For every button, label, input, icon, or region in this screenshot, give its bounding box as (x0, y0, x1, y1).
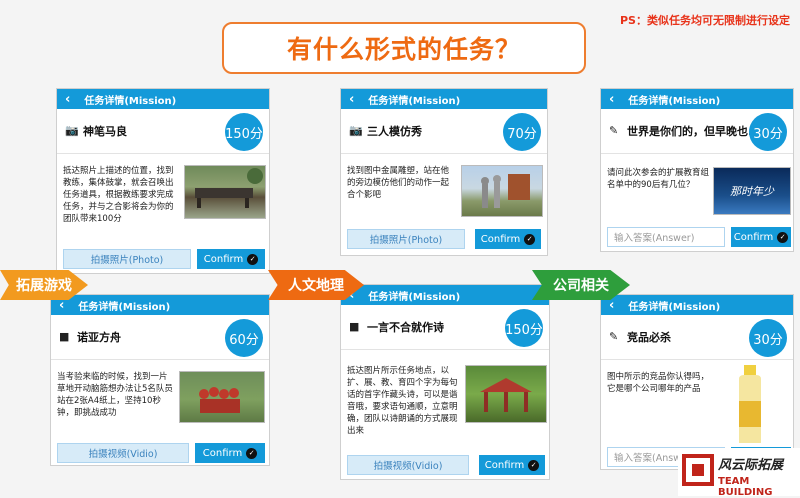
mission-name: 神笔马良 (83, 125, 127, 138)
juice-bottle-illustration (739, 365, 761, 443)
card-header: ‹ 任务详情(Mission) (341, 285, 549, 305)
ribbon-culture-geography: 人文地理 (268, 270, 364, 300)
check-circle-icon: ✓ (246, 447, 258, 459)
confirm-button[interactable]: Confirm✓ (197, 249, 265, 269)
logo-icon (682, 454, 714, 486)
team-photo-illustration (199, 387, 240, 413)
mission-name: 世界是你们的，但早晚也... (627, 125, 761, 138)
page-title: 有什么形式的任务？ (286, 35, 521, 64)
mission-name: 三人模仿秀 (367, 125, 422, 138)
mission-card-4: ‹ 任务详情(Mission) ■ 诺亚方舟 60分 当考验来临的时候，找到一片草… (50, 294, 270, 466)
sculpture-photo-illustration (481, 174, 530, 208)
card-header: ‹ 任务详情(Mission) (51, 295, 269, 315)
points-badge: 150分 (225, 113, 263, 151)
mission-description: 找到图中金属雕塑，站在他的旁边模仿他们的动作一起合个影吧 (347, 166, 450, 200)
mission-description: 请问此次参会的扩展教育组名单中的90后有几位？ (607, 168, 710, 190)
card-header: ‹ 任务详情(Mission) (341, 89, 547, 109)
ribbon-company-related: 公司相关 (532, 270, 630, 300)
mission-description: 抵达图片所示任务地点，以扩、展、教、育四个字为每句话的首字作藏头诗，可以是谐音哦… (347, 366, 458, 436)
points-badge: 30分 (749, 319, 787, 357)
pencil-icon: ✎ (609, 124, 619, 137)
points-badge: 60分 (225, 319, 263, 357)
video-camera-icon: ■ (59, 330, 70, 343)
mission-name: 一言不合就作诗 (367, 321, 444, 334)
check-circle-icon: ✓ (528, 459, 540, 471)
mission-photo (461, 165, 543, 217)
mission-photo (184, 165, 266, 219)
confirm-button[interactable]: Confirm✓ (475, 229, 541, 249)
back-chevron-icon[interactable]: ‹ (609, 92, 614, 107)
points-badge: 30分 (749, 113, 787, 151)
mission-photo (179, 371, 265, 423)
confirm-button[interactable]: Confirm✓ (731, 227, 791, 247)
take-photo-button[interactable]: 拍摄照片(Photo) (63, 249, 191, 269)
check-circle-icon: ✓ (524, 233, 536, 245)
mission-description: 图中所示的竞品你认得吗，它是哪个公司哪年的产品 (607, 372, 710, 394)
back-chevron-icon[interactable]: ‹ (349, 92, 354, 107)
mission-photo: 那时年少 (713, 167, 791, 215)
card-header: ‹ 任务详情(Mission) (601, 295, 793, 315)
mission-description: 抵达照片上描述的位置，找到教练，集体鼓掌，就会召唤出任务道具，根据教练要求完成任… (63, 166, 174, 224)
take-video-button[interactable]: 拍摄视频(Vidio) (57, 443, 189, 463)
card-header: ‹ 任务详情(Mission) (57, 89, 269, 109)
ps-note: PS：类似任务均可无限制进行设定 (620, 14, 790, 27)
card-header: ‹ 任务详情(Mission) (601, 89, 793, 109)
mission-card-6: ‹ 任务详情(Mission) ✎ 竞品必杀 30分 图中所示的竞品你认得吗，它是… (600, 294, 794, 470)
confirm-button[interactable]: Confirm✓ (479, 455, 545, 475)
bench-photo-illustration (195, 168, 263, 208)
confirm-button[interactable]: Confirm✓ (195, 443, 265, 463)
mission-name: 竞品必杀 (627, 331, 671, 344)
check-circle-icon: ✓ (777, 231, 789, 243)
mission-card-3: ‹ 任务详情(Mission) ✎ 世界是你们的，但早晚也... 30分 请问此次… (600, 88, 794, 252)
back-chevron-icon[interactable]: ‹ (65, 92, 70, 107)
mission-card-5: ‹ 任务详情(Mission) ■ 一言不合就作诗 150分 抵达图片所示任务地点… (340, 284, 550, 480)
points-badge: 70分 (503, 113, 541, 151)
mission-photo (465, 365, 547, 423)
camera-icon: 📷 (349, 124, 363, 137)
pencil-icon: ✎ (609, 330, 619, 343)
logo-en: TEAM BUILDING (718, 476, 773, 498)
points-badge: 150分 (505, 309, 543, 347)
pavilion-photo-illustration (480, 378, 532, 412)
video-camera-icon: ■ (349, 320, 360, 333)
brand-logo: 风云际拓展 TEAM BUILDING (678, 448, 800, 498)
mission-photo (733, 365, 767, 445)
mission-description: 当考验来临的时候，找到一片草地开动脑筋想办法让5名队员站在2张A4纸上，坚持10… (57, 372, 173, 418)
logo-cn: 风云际拓展 (718, 458, 784, 473)
camera-icon: 📷 (65, 124, 79, 137)
check-circle-icon: ✓ (247, 253, 259, 265)
take-video-button[interactable]: 拍摄视频(Vidio) (347, 455, 469, 475)
page-title-box: 有什么形式的任务？ (222, 22, 586, 74)
mission-name: 诺亚方舟 (77, 331, 121, 344)
take-photo-button[interactable]: 拍摄照片(Photo) (347, 229, 465, 249)
photo-slogan: 那时年少 (730, 185, 774, 198)
answer-input[interactable]: 输入答案(Answer) (607, 227, 725, 247)
mission-card-1: ‹ 任务详情(Mission) 📷 神笔马良 150分 抵达照片上描述的位置，找到… (56, 88, 270, 274)
mission-card-2: ‹ 任务详情(Mission) 📷 三人模仿秀 70分 找到图中金属雕塑，站在他的… (340, 88, 548, 256)
